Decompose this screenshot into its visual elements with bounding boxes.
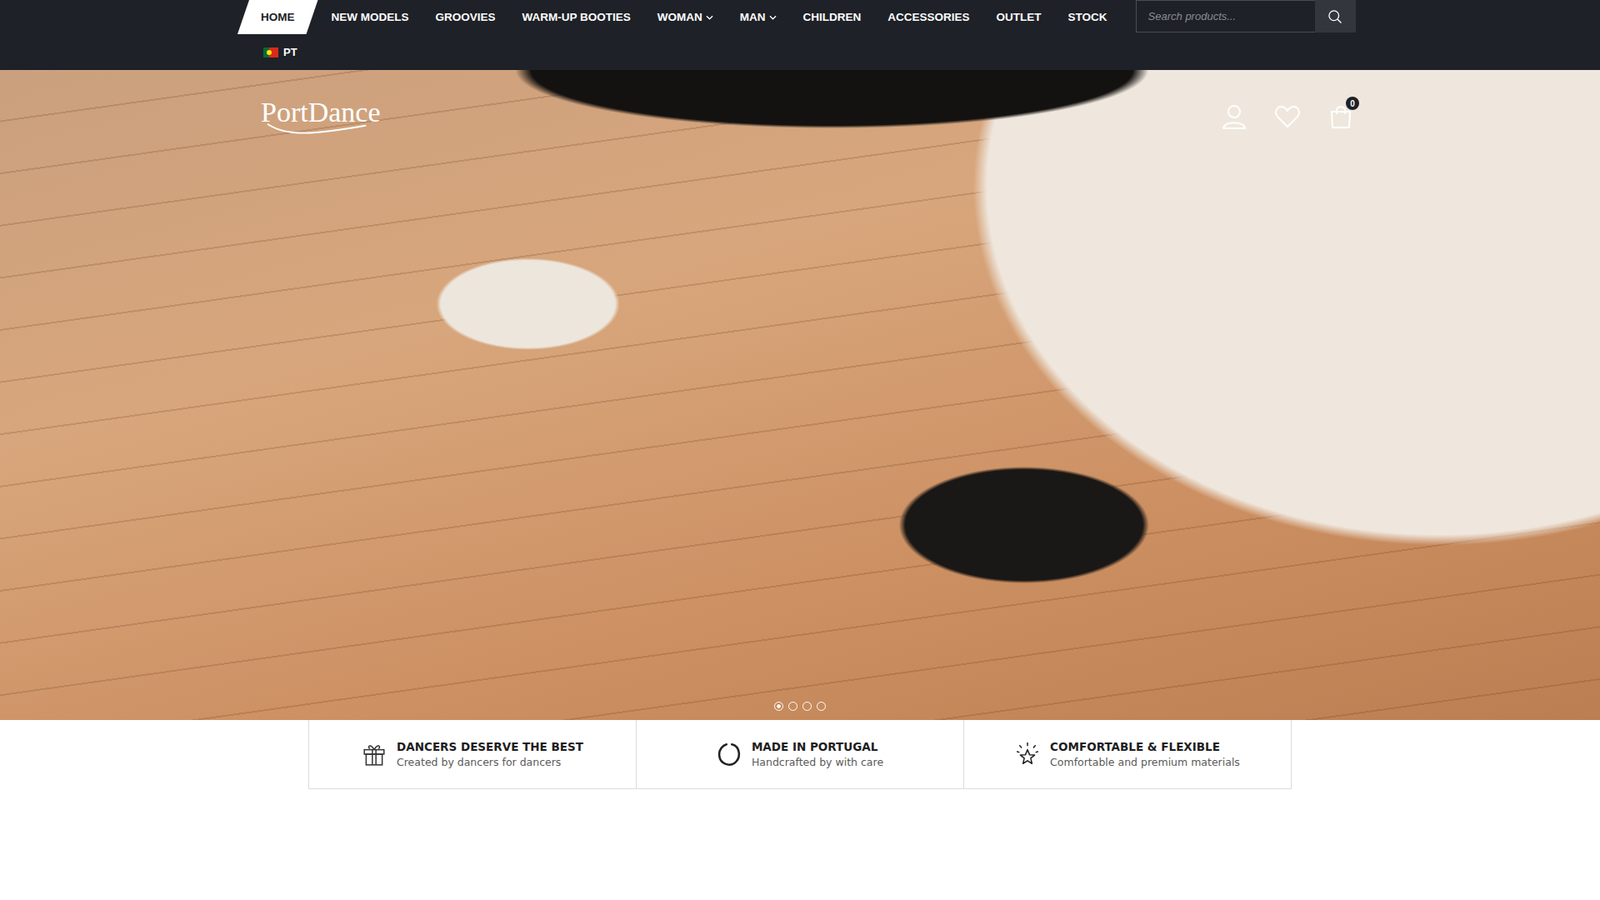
search-input[interactable] [1135,0,1315,33]
menu-item[interactable]: WOMAN [644,0,727,35]
search-button[interactable] [1315,0,1356,33]
feature-subtitle: Comfortable and premium materials [1050,755,1240,769]
feature-subtitle: Created by dancers for dancers [396,755,584,769]
slider-dot[interactable] [802,701,812,711]
menu-item[interactable]: ACCESSORIES [874,0,983,35]
menu-item[interactable]: OUTLET [983,0,1055,35]
menu-item[interactable]: NEW MODELS [318,0,423,35]
chevron-down-icon [769,15,777,20]
feature-card: MADE IN PORTUGAL Handcrafted by with car… [636,720,965,789]
heart-icon[interactable] [1274,103,1301,130]
language-switch[interactable]: PT [263,45,298,59]
cart-button[interactable]: 0 [1327,103,1355,130]
cart-count-badge: 0 [1345,96,1360,110]
star-icon [1015,741,1040,767]
menu-item[interactable]: MAN [726,0,790,35]
chevron-down-icon [705,15,714,20]
user-icon[interactable] [1220,103,1248,130]
menu-item[interactable]: GROOVIES [422,0,510,35]
feature-title: MADE IN PORTUGAL [751,740,884,754]
features-strip: DANCERS DESERVE THE BEST Created by danc… [308,720,1292,790]
gift-icon [361,741,387,767]
slider-dot[interactable] [774,701,784,711]
main-menu: HOME NEW MODELS GROOVIES WARM-UP BOOTIES… [237,0,1121,35]
search-bar [1135,0,1356,33]
loop-icon [716,741,742,767]
feature-title: DANCERS DESERVE THE BEST [396,740,584,754]
hero-photo [0,70,1600,720]
feature-subtitle: Handcrafted by with care [751,755,884,769]
menu-item[interactable]: WARM-UP BOOTIES [509,0,645,35]
logo-swoosh-icon [245,121,388,135]
menu-item[interactable]: HOME [237,0,319,35]
page: HOME NEW MODELS GROOVIES WARM-UP BOOTIES… [0,0,1600,900]
feature-card: COMFORTABLE & FLEXIBLE Comfortable and p… [964,720,1291,789]
slider-dot[interactable] [788,701,798,711]
feature-card: DANCERS DESERVE THE BEST Created by danc… [309,720,637,789]
portugal-flag-icon [263,47,279,58]
hero-slider: PortDance 0 [0,70,1600,720]
menu-item[interactable]: CHILDREN [790,0,875,35]
slider-dots [0,701,1600,711]
top-navigation: HOME NEW MODELS GROOVIES WARM-UP BOOTIES… [0,0,1600,70]
magnifier-icon [1326,8,1344,25]
feature-title: COMFORTABLE & FLEXIBLE [1050,740,1240,754]
slider-dot[interactable] [816,701,826,711]
menu-item[interactable]: STOCK [1055,0,1121,35]
logo[interactable]: PortDance [245,98,388,135]
